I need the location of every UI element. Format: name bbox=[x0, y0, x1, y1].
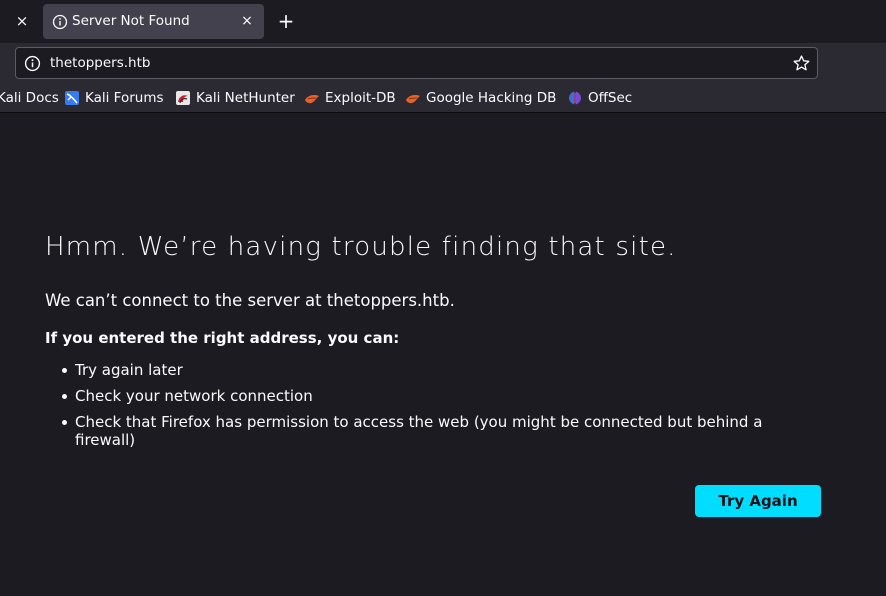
suggestions-heading: If you entered the right address, you ca… bbox=[45, 329, 400, 347]
bookmark-label: OffSec bbox=[588, 90, 633, 106]
bookmark-label: Kali NetHunter bbox=[196, 90, 295, 106]
tab-strip: × Server Not Found × + bbox=[0, 0, 886, 43]
url-bar[interactable]: thetoppers.htb bbox=[15, 47, 818, 79]
exploit-db-icon bbox=[406, 95, 420, 104]
list-item: Check your network connection bbox=[62, 387, 805, 405]
previous-tab-close-icon[interactable]: × bbox=[12, 11, 32, 31]
bookmark-kali-nethunter[interactable]: Kali NetHunter bbox=[175, 89, 295, 107]
bookmark-kali-docs[interactable]: Kali Docs bbox=[0, 89, 59, 107]
page-title: Hmm. We’re having trouble finding that s… bbox=[45, 232, 677, 262]
info-icon bbox=[52, 14, 68, 30]
bookmark-offsec[interactable]: OffSec bbox=[567, 89, 632, 107]
bookmark-kali-forums[interactable]: Kali Forums bbox=[64, 89, 164, 107]
toolbar-spacer bbox=[826, 43, 886, 83]
list-item: Try again later bbox=[62, 361, 805, 379]
url-text[interactable]: thetoppers.htb bbox=[50, 55, 150, 71]
bookmark-label: Exploit-DB bbox=[325, 90, 396, 106]
bookmark-exploit-db[interactable]: Exploit-DB bbox=[304, 89, 396, 107]
kali-forums-icon bbox=[65, 91, 79, 105]
bookmark-star-icon[interactable] bbox=[792, 54, 811, 73]
tab-server-not-found[interactable]: Server Not Found × bbox=[43, 4, 264, 39]
navigation-bar: thetoppers.htb bbox=[0, 43, 886, 83]
offsec-icon bbox=[569, 91, 581, 105]
kali-nethunter-icon bbox=[176, 91, 190, 105]
tab-close-icon[interactable]: × bbox=[238, 12, 256, 30]
site-info-icon[interactable] bbox=[24, 55, 41, 72]
suggestions-list: Try again later Check your network conne… bbox=[62, 361, 805, 457]
bookmark-label: Kali Forums bbox=[85, 90, 164, 106]
list-item: Check that Firefox has permission to acc… bbox=[62, 413, 805, 449]
tab-title: Server Not Found bbox=[72, 13, 190, 29]
error-description: We can’t connect to the server at thetop… bbox=[45, 291, 455, 310]
bookmark-label: Kali Docs bbox=[0, 90, 59, 106]
bookmark-label: Google Hacking DB bbox=[426, 90, 557, 106]
bookmark-google-hacking-db[interactable]: Google Hacking DB bbox=[405, 89, 556, 107]
error-page: Hmm. We’re having trouble finding that s… bbox=[0, 113, 886, 596]
bookmarks-toolbar: Kali Docs Kali Forums Kali NetHunter Exp… bbox=[0, 83, 886, 113]
try-again-button[interactable]: Try Again bbox=[695, 485, 821, 517]
exploit-db-icon bbox=[305, 95, 319, 104]
new-tab-icon[interactable]: + bbox=[275, 9, 297, 33]
